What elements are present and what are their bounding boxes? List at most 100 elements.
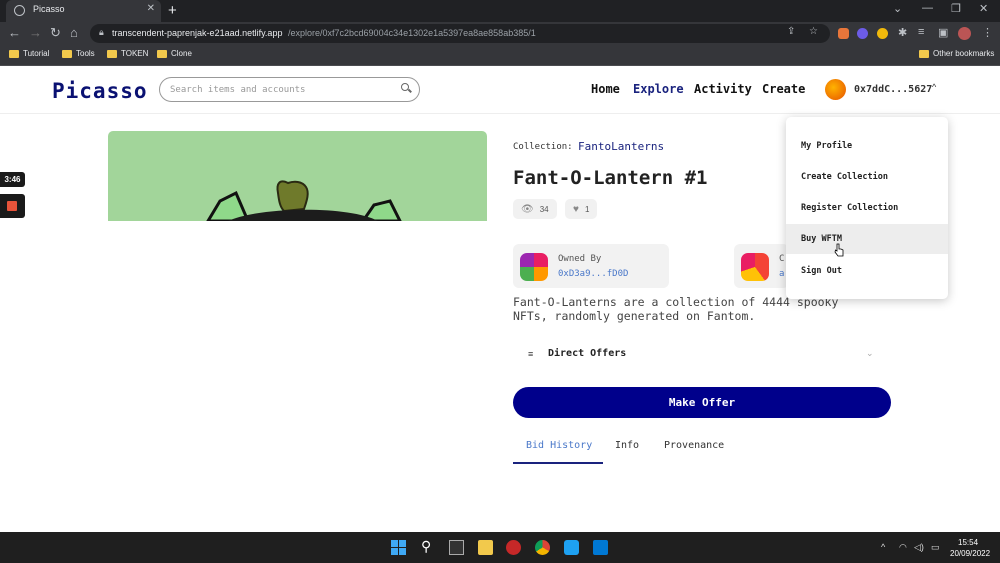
extension-icon[interactable] xyxy=(857,28,868,39)
search-input[interactable] xyxy=(170,82,395,98)
creator-card[interactable]: C a xyxy=(734,244,789,288)
account-dropdown-menu: My Profile Create Collection Register Co… xyxy=(786,117,948,299)
browser-tab[interactable]: Picasso ✕ xyxy=(6,0,161,22)
windows-taskbar: ⚲ ^ ◠ ◁) ▭ 15:54 20/09/2022 xyxy=(0,532,1000,563)
nav-create[interactable]: Create xyxy=(762,82,805,96)
make-offer-button[interactable]: Make Offer xyxy=(513,387,891,418)
nav-home[interactable]: Home xyxy=(591,82,620,96)
nft-title: Fant-O-Lantern #1 xyxy=(513,167,708,189)
search-icon[interactable]: ⚲ xyxy=(421,538,431,555)
owner-card[interactable]: Owned By 0xD3a9...fD0D xyxy=(513,244,669,288)
search-box[interactable] xyxy=(159,77,420,102)
stop-recording-button[interactable] xyxy=(0,194,25,218)
media-icon[interactable]: ≡ xyxy=(918,26,924,38)
browser-toolbar: ← → ↻ ⌂ 🔒︎ transcendent-paprenjak-e21aad… xyxy=(0,22,1000,46)
list-icon: ≡ xyxy=(528,349,534,359)
folder-icon xyxy=(9,49,19,58)
search-icon[interactable] xyxy=(401,83,409,91)
chrome-icon[interactable] xyxy=(535,540,550,555)
creator-address[interactable]: a xyxy=(779,269,784,279)
home-icon[interactable]: ⌂ xyxy=(70,25,78,40)
nft-description: Fant-O-Lanterns are a collection of 4444… xyxy=(513,295,839,323)
owner-address[interactable]: 0xD3a9...fD0D xyxy=(558,269,628,279)
url-path: /explore/0xf7c2bcd69004c34e1302e1a5397ea… xyxy=(288,28,536,38)
account-avatar[interactable] xyxy=(825,79,846,100)
menu-item-sign-out[interactable]: Sign Out xyxy=(786,256,948,286)
tab-info[interactable]: Info xyxy=(615,440,639,451)
collection-link[interactable]: FantoLanterns xyxy=(578,140,664,153)
globe-icon xyxy=(14,5,25,16)
creator-label: C xyxy=(779,254,785,264)
puzzle-icon[interactable]: ✱ xyxy=(898,26,907,39)
tab-bid-history[interactable]: Bid History xyxy=(526,440,592,451)
nav-activity[interactable]: Activity xyxy=(694,82,752,96)
chevron-up-icon[interactable]: ^ xyxy=(881,542,885,552)
bookmarks-bar: Tutorial Tools TOKEN Clone Other bookmar… xyxy=(0,46,1000,66)
hand-cursor-icon xyxy=(834,243,844,257)
app-icon[interactable] xyxy=(506,540,521,555)
back-icon[interactable]: ← xyxy=(8,25,21,40)
minimize-icon[interactable]: — xyxy=(922,2,933,14)
side-panel-icon[interactable]: ▣ xyxy=(938,26,948,39)
nft-image[interactable] xyxy=(108,131,487,221)
close-window-icon[interactable]: ✕ xyxy=(979,2,988,15)
maximize-icon[interactable]: ❐ xyxy=(951,2,961,15)
bookmark-folder[interactable]: Tutorial xyxy=(9,49,49,58)
profile-avatar[interactable] xyxy=(958,27,971,40)
reload-icon[interactable]: ↻ xyxy=(50,25,61,41)
bookmark-folder[interactable]: TOKEN xyxy=(107,49,148,58)
lock-icon: 🔒︎ xyxy=(99,27,104,37)
menu-item-create-collection[interactable]: Create Collection xyxy=(786,162,948,192)
views-count: 👁︎ 34 xyxy=(513,199,557,219)
other-bookmarks[interactable]: Other bookmarks xyxy=(919,49,994,58)
bookmark-folder[interactable]: Clone xyxy=(157,49,192,58)
menu-icon[interactable]: ⋮ xyxy=(982,26,993,39)
direct-offers-toggle[interactable]: Direct Offers xyxy=(548,348,626,359)
battery-icon[interactable]: ▭ xyxy=(931,542,940,553)
site-logo[interactable]: Picasso xyxy=(52,79,148,103)
wifi-icon[interactable]: ◠ xyxy=(899,542,907,553)
skype-icon[interactable] xyxy=(564,540,579,555)
owner-label: Owned By xyxy=(558,254,602,264)
folder-icon xyxy=(919,49,929,58)
creator-avatar xyxy=(741,253,769,281)
close-tab-icon[interactable]: ✕ xyxy=(147,3,155,14)
menu-item-register-collection[interactable]: Register Collection xyxy=(786,193,948,223)
terminal-icon[interactable] xyxy=(449,540,464,555)
eye-icon: 👁︎ xyxy=(521,203,534,215)
tab-search-icon[interactable]: ⌄ xyxy=(893,2,902,15)
file-explorer-icon[interactable] xyxy=(478,540,493,555)
bookmark-folder[interactable]: Tools xyxy=(62,49,95,58)
new-tab-icon[interactable]: + xyxy=(168,2,177,19)
url-host: transcendent-paprenjak-e21aad.netlify.ap… xyxy=(112,28,283,38)
metamask-extension-icon[interactable] xyxy=(838,28,849,39)
active-tab-indicator xyxy=(513,462,603,464)
vscode-icon[interactable] xyxy=(593,540,608,555)
heart-icon[interactable]: ♥ xyxy=(573,204,579,215)
menu-item-buy-wftm[interactable]: Buy WFTM xyxy=(786,224,948,254)
folder-icon xyxy=(107,49,117,58)
tab-title: Picasso xyxy=(33,4,65,14)
account-address[interactable]: 0x7ddC...5627 xyxy=(854,84,932,95)
likes-count[interactable]: ♥ 1 xyxy=(565,199,598,219)
chevron-up-icon[interactable]: ^ xyxy=(932,82,936,92)
address-bar[interactable]: 🔒︎ transcendent-paprenjak-e21aad.netlify… xyxy=(90,24,830,43)
recording-timer: 3:46 xyxy=(0,172,25,187)
site-header: Picasso Home Explore Activity Create 0x7… xyxy=(0,67,1000,114)
windows-start-icon[interactable] xyxy=(391,540,406,555)
pumpkin-cat-artwork xyxy=(206,180,402,221)
nav-explore[interactable]: Explore xyxy=(633,82,684,96)
chevron-down-icon[interactable]: ⌄ xyxy=(866,348,874,359)
folder-icon xyxy=(62,49,72,58)
share-icon[interactable]: ⇪ xyxy=(787,26,795,37)
bookmark-star-icon[interactable]: ☆ xyxy=(809,26,818,37)
clock-date[interactable]: 20/09/2022 xyxy=(950,549,990,558)
volume-icon[interactable]: ◁) xyxy=(914,542,924,553)
forward-icon[interactable]: → xyxy=(29,25,42,40)
tab-provenance[interactable]: Provenance xyxy=(664,440,724,451)
binance-extension-icon[interactable] xyxy=(877,28,888,39)
browser-tab-strip: Picasso ✕ + ⌄ — ❐ ✕ xyxy=(0,0,1000,22)
owner-avatar xyxy=(520,253,548,281)
clock-time[interactable]: 15:54 xyxy=(958,538,978,547)
menu-item-my-profile[interactable]: My Profile xyxy=(786,131,948,161)
